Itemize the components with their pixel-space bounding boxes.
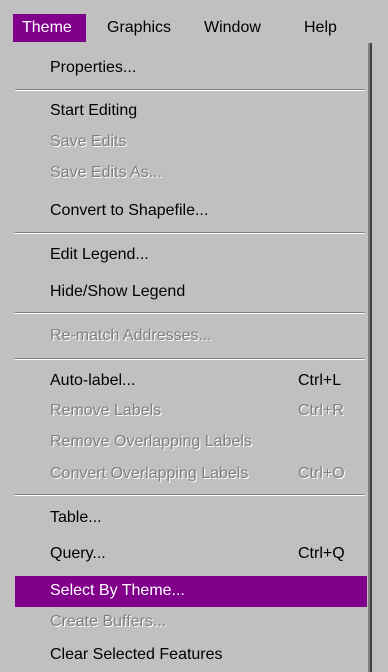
menu-item-label: Edit Legend...	[50, 246, 149, 263]
menu-separator	[15, 494, 365, 496]
menu-item-hide-show-legend[interactable]: Hide/Show Legend	[0, 277, 368, 307]
menu-separator	[15, 232, 365, 234]
menu-item-label: Convert to Shapefile...	[50, 202, 209, 219]
menu-item-table[interactable]: Table...	[0, 503, 368, 533]
menu-item-save-edits: Save Edits	[0, 127, 368, 157]
menu-graphics[interactable]: Graphics	[98, 14, 180, 42]
menu-separator	[15, 312, 365, 314]
menu-item-label: Re-match Addresses...	[50, 327, 212, 344]
menu-item-shortcut: Ctrl+L	[298, 372, 342, 389]
menu-item-label: Convert Overlapping Labels	[50, 465, 249, 482]
menu-item-label: Table...	[50, 509, 102, 526]
menu-item-shortcut: Ctrl+R	[298, 402, 344, 419]
menu-bar: Theme Graphics Window Help	[0, 0, 388, 43]
menu-separator	[15, 89, 365, 91]
menu-item-properties[interactable]: Properties...	[0, 53, 368, 83]
menu-item-edit-legend[interactable]: Edit Legend...	[0, 240, 368, 270]
menu-item-label: Save Edits As...	[50, 164, 163, 181]
menu-item-label: Hide/Show Legend	[50, 283, 186, 300]
menu-item-label: Auto-label...	[50, 372, 136, 389]
menu-item-label: Clear Selected Features	[50, 646, 223, 663]
menu-item-re-match-addresses: Re-match Addresses...	[0, 321, 368, 351]
menu-item-remove-labels: Remove Labels Ctrl+R	[0, 396, 368, 426]
menu-item-auto-label[interactable]: Auto-label... Ctrl+L	[0, 366, 368, 396]
menu-item-label: Remove Overlapping Labels	[50, 433, 252, 450]
menu-item-label: Save Edits	[50, 133, 127, 150]
menu-item-remove-overlapping-labels: Remove Overlapping Labels	[0, 427, 368, 457]
menu-item-label: Query...	[50, 545, 106, 562]
menu-item-label: Start Editing	[50, 102, 138, 119]
menu-item-save-edits-as: Save Edits As...	[0, 158, 368, 188]
menu-item-shortcut: Ctrl+Q	[298, 545, 345, 562]
menu-item-label: Remove Labels	[50, 402, 162, 419]
menu-separator	[15, 358, 365, 360]
menu-item-start-editing[interactable]: Start Editing	[0, 96, 368, 126]
menu-item-select-by-theme[interactable]: Select By Theme...	[15, 576, 367, 607]
menu-item-convert-overlapping-labels: Convert Overlapping Labels Ctrl+O	[0, 459, 368, 489]
menu-help[interactable]: Help	[295, 14, 346, 42]
menu-window[interactable]: Window	[195, 14, 270, 42]
menu-item-shortcut: Ctrl+O	[298, 465, 345, 482]
menu-theme[interactable]: Theme	[13, 14, 86, 42]
menu-item-label: Create Buffers...	[50, 613, 167, 630]
theme-dropdown-menu: Properties... Start Editing Save Edits S…	[0, 43, 372, 672]
menu-item-query[interactable]: Query... Ctrl+Q	[0, 539, 368, 569]
menu-item-label: Select By Theme...	[50, 582, 185, 599]
menu-item-create-buffers: Create Buffers...	[0, 607, 368, 637]
menu-item-label: Properties...	[50, 59, 137, 76]
menu-item-convert-to-shapefile[interactable]: Convert to Shapefile...	[0, 196, 368, 226]
menu-item-clear-selected-features[interactable]: Clear Selected Features	[0, 640, 368, 670]
